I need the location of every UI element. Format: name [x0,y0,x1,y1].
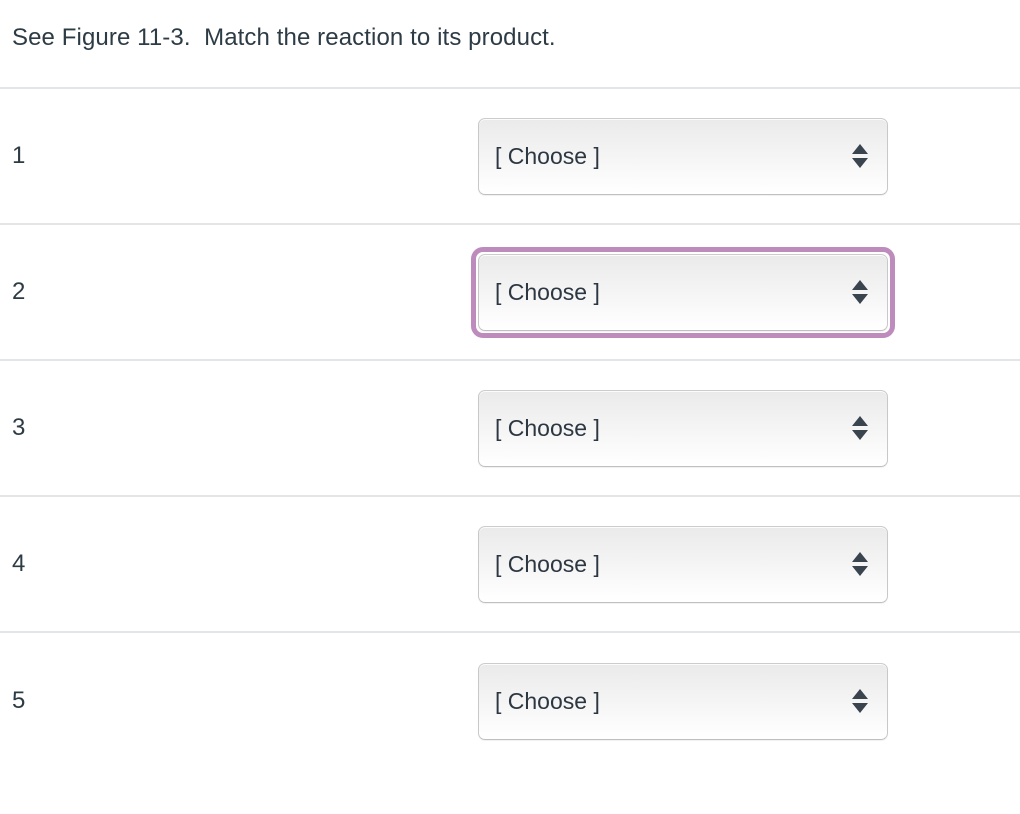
match-row: 4 [ Choose ] [0,497,1020,633]
match-row-label: 3 [12,414,26,441]
match-row-label: 2 [12,278,26,305]
match-row-list: 1 [ Choose ] 2 [ Choose ] 3 [Choose] 4… [0,87,1020,769]
triangle-up-icon [852,144,868,154]
matching-question: See Figure 11-3. Match the reaction to i… [0,0,1020,814]
triangle-up-icon [852,552,868,562]
match-select-value: [ Choose ] [495,143,600,169]
question-prompt: See Figure 11-3. Match the reaction to i… [12,24,556,51]
select-stepper[interactable] [839,272,881,312]
triangle-up-icon [852,416,868,426]
select-stepper[interactable] [839,544,881,584]
match-select[interactable]: [ Choose ] [478,662,888,740]
match-select-wrapper: [ Choose ] [478,389,888,467]
triangle-down-icon [852,294,868,304]
match-select[interactable]: [ Choose ] [478,253,888,331]
match-row: 5 [ Choose ] [0,633,1020,769]
triangle-down-icon [852,158,868,168]
match-row: 3 [ Choose ] [0,361,1020,497]
match-select-value: [ Choose ] [495,688,600,714]
match-row: 1 [ Choose ] [0,89,1020,225]
match-select-wrapper: [ Choose ] [478,117,888,195]
match-select[interactable]: [ Choose ] [478,525,888,603]
match-select-value: [ Choose ] [495,279,600,305]
select-stepper[interactable] [839,408,881,448]
match-row-label: 5 [12,687,26,714]
match-select-value: [ Choose ] [495,415,600,441]
triangle-up-icon [852,689,868,699]
select-stepper[interactable] [839,136,881,176]
triangle-down-icon [852,430,868,440]
triangle-up-icon [852,280,868,290]
triangle-down-icon [852,703,868,713]
match-row-label: 4 [12,550,26,577]
select-stepper[interactable] [839,681,881,721]
match-select[interactable]: [ Choose ] [478,117,888,195]
match-select[interactable]: [ Choose ] [478,389,888,467]
match-select-wrapper: [ Choose ] [478,525,888,603]
match-select-wrapper: [ Choose ] [471,246,895,338]
match-row-label: 1 [12,142,26,169]
match-select-wrapper: [ Choose ] [478,662,888,740]
match-select-value: [ Choose ] [495,551,600,577]
match-row: 2 [ Choose ] [0,225,1020,361]
triangle-down-icon [852,566,868,576]
